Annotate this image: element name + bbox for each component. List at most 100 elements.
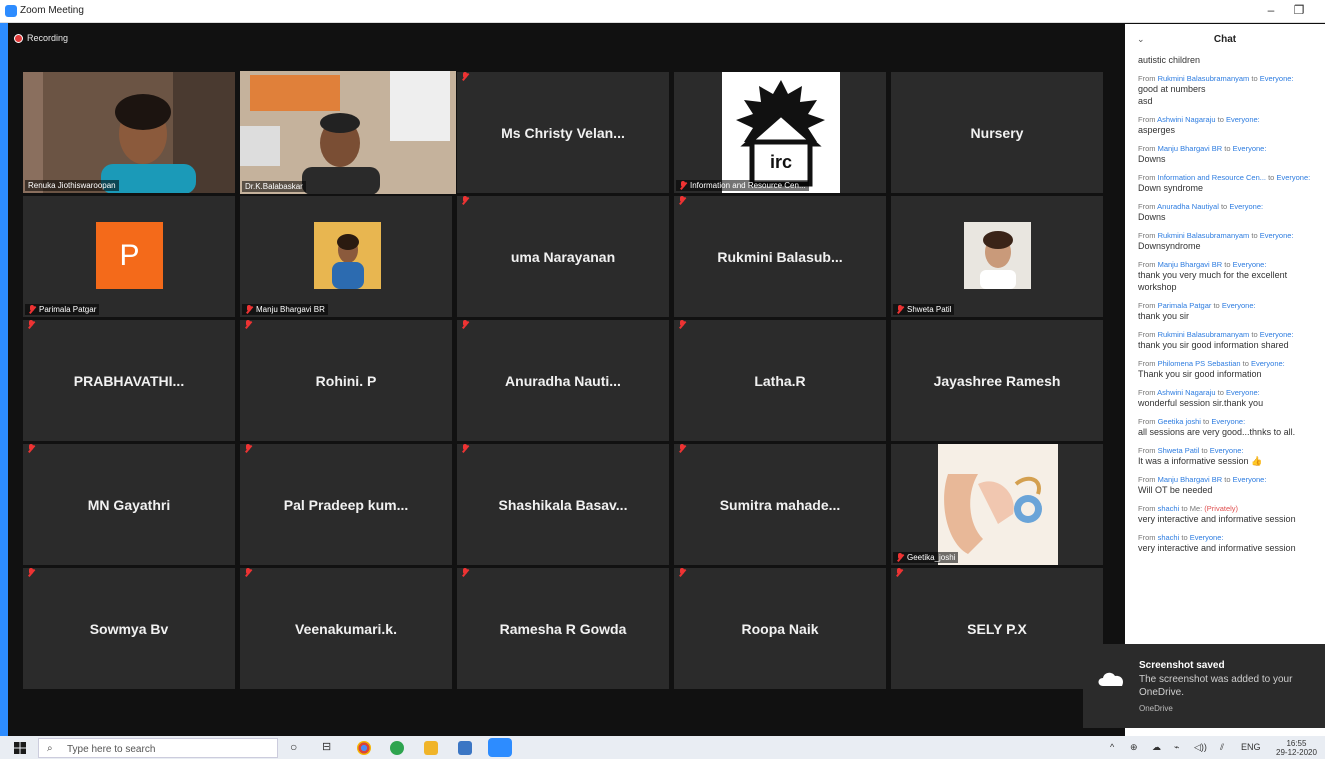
participant-tile[interactable]: Roopa Naik [674, 568, 886, 689]
sender-name: Manju Bhargavi BR [1157, 260, 1223, 269]
recipient-prefix: to [1211, 301, 1222, 310]
message-sender-line: From Geetika joshi to Everyone: [1138, 417, 1325, 426]
sender-name: Anuradha Nautiyal [1157, 202, 1219, 211]
participant-tile[interactable]: Ms Christy Velan... [457, 72, 669, 193]
message-text: very interactive and informative session [1138, 514, 1296, 524]
muted-mic-icon [461, 568, 469, 577]
windows-start-icon[interactable] [14, 742, 26, 754]
participant-name: Roopa Naik [741, 620, 819, 637]
participant-name: SELY P.X [967, 620, 1027, 637]
message-sender-line: From shachi to Everyone: [1138, 533, 1325, 542]
restore-button[interactable]: ❐ [1290, 3, 1308, 17]
participant-tile[interactable]: Sumitra mahade... [674, 444, 886, 565]
chat-header: ⌄ Chat [1125, 24, 1325, 52]
network-icon[interactable]: ⫽ [1220, 742, 1224, 753]
sender-prefix: From [1138, 202, 1158, 211]
security-tray-icon[interactable]: ⊕ [1130, 742, 1138, 753]
file-explorer-icon[interactable] [424, 741, 438, 755]
muted-mic-icon [678, 568, 686, 577]
sender-name: Parimala Patgar [1157, 301, 1212, 310]
participant-tile[interactable]: Jayashree Ramesh [891, 320, 1103, 441]
muted-mic-icon [27, 568, 35, 577]
chat-message-list[interactable]: autistic children From Rukmini Balasubra… [1138, 54, 1325, 562]
participant-tile[interactable]: SELY P.X [891, 568, 1103, 689]
participant-tile[interactable]: Pal Pradeep kum... [240, 444, 452, 565]
participant-tile[interactable]: Sowmya Bv [23, 568, 235, 689]
recipient-name: Everyone: [1232, 260, 1267, 269]
message-text: workshop [1138, 282, 1177, 292]
notification-title: Screenshot saved [1139, 660, 1225, 671]
participant-video [240, 71, 456, 194]
recipient-name: Everyone: [1276, 173, 1311, 182]
participant-tile[interactable]: Anuradha Nauti... [457, 320, 669, 441]
chat-message: From Geetika joshi to Everyone: all sessi… [1138, 417, 1325, 438]
sender-name: Rukmini Balasubramanyam [1157, 74, 1250, 83]
microphone-tray-icon[interactable]: ⌁ [1174, 742, 1179, 753]
muted-mic-icon [244, 444, 252, 453]
show-hidden-icons[interactable]: ^ [1110, 742, 1114, 752]
participant-tile[interactable]: P Parimala Patgar [23, 196, 235, 317]
participant-tile[interactable]: Veenakumari.k. [240, 568, 452, 689]
participant-tile[interactable]: Renuka Jiothiswaroopan [23, 72, 235, 193]
participant-tile[interactable]: irc Information and Resource Cen... [674, 72, 886, 193]
participant-tile[interactable]: Rohini. P [240, 320, 452, 441]
participant-tile[interactable]: Shweta Patil [891, 196, 1103, 317]
chat-message: From Ashwini Nagaraju to Everyone: wonder… [1138, 388, 1325, 409]
name-text: Dr.K.Balabaskar [245, 182, 303, 191]
screenshot-saved-notification[interactable]: Screenshot saved The screenshot was adde… [1083, 644, 1325, 728]
participant-tile[interactable]: uma Narayanan [457, 196, 669, 317]
input-language[interactable]: ENG [1241, 742, 1261, 752]
sender-prefix: From [1138, 504, 1158, 513]
participant-name: Rohini. P [315, 372, 377, 389]
minimize-button[interactable]: – [1262, 3, 1280, 17]
taskbar-clock[interactable]: 16:55 29-12-2020 [1276, 739, 1317, 757]
chat-message: From Manju Bhargavi BR to Everyone: Will … [1138, 475, 1325, 496]
message-sender-line: From Manju Bhargavi BR to Everyone: [1138, 144, 1325, 153]
recipient-name: Everyone: [1259, 74, 1294, 83]
chat-message: From Rukmini Balasubramanyam to Everyone… [1138, 231, 1325, 252]
onedrive-tray-icon[interactable]: ☁ [1152, 742, 1161, 753]
participant-name: Renuka Jiothiswaroopan [25, 180, 119, 191]
taskbar-search-box[interactable]: ⌕ Type here to search [38, 738, 278, 758]
multitasking-icon[interactable]: ⊟ [322, 740, 331, 753]
logo-text: irc [770, 152, 792, 172]
participant-tile-active-speaker[interactable]: Dr.K.Balabaskar [240, 71, 456, 194]
recipient-prefix: to [1249, 330, 1260, 339]
participant-tile[interactable]: Manju Bhargavi BR [240, 196, 452, 317]
search-icon: ⌕ [47, 743, 53, 754]
task-view-icon[interactable]: ○ [290, 740, 297, 754]
recipient-prefix: to [1240, 359, 1251, 368]
recording-indicator[interactable]: Recording [14, 33, 68, 43]
participant-tile[interactable]: Geetika_joshi [891, 444, 1103, 565]
message-sender-line: From Rukmini Balasubramanyam to Everyone… [1138, 330, 1325, 339]
name-text: Information and Resource Cen... [690, 181, 806, 190]
recipient-name: Everyone: [1259, 231, 1294, 240]
chrome-icon[interactable] [357, 741, 371, 755]
participant-tile[interactable]: Ramesha R Gowda [457, 568, 669, 689]
message-sender-line: From Information and Resource Cen... to … [1138, 173, 1325, 182]
volume-icon[interactable]: ◁)) [1194, 742, 1207, 753]
message-text: very interactive and informative session [1138, 543, 1296, 553]
window-title: Zoom Meeting [20, 5, 84, 16]
chat-message: autistic children [1138, 54, 1325, 66]
network-app-icon[interactable] [458, 741, 472, 755]
message-sender-line: From Manju Bhargavi BR to Everyone: [1138, 475, 1325, 484]
recipient-name: Everyone: [1225, 115, 1260, 124]
participant-name: Sumitra mahade... [719, 496, 841, 513]
participant-tile[interactable]: Rukmini Balasub... [674, 196, 886, 317]
message-sender-line: From shachi to Me: (Privately) [1138, 504, 1325, 513]
participant-tile[interactable]: MN Gayathri [23, 444, 235, 565]
message-sender-line: From Manju Bhargavi BR to Everyone: [1138, 260, 1325, 269]
participant-name: MN Gayathri [87, 496, 171, 513]
participant-tile[interactable]: PRABHAVATHI... [23, 320, 235, 441]
sender-prefix: From [1138, 330, 1158, 339]
participant-tile[interactable]: Nursery [891, 72, 1103, 193]
participant-name: Anuradha Nauti... [505, 372, 621, 389]
participant-tile[interactable]: Latha.R [674, 320, 886, 441]
muted-mic-icon [245, 305, 253, 314]
participant-name: Jayashree Ramesh [933, 372, 1061, 389]
chat-message: From Anuradha Nautiyal to Everyone: Downs [1138, 202, 1325, 223]
participant-tile[interactable]: Shashikala Basav... [457, 444, 669, 565]
zoom-taskbar-icon[interactable] [488, 738, 512, 757]
whatsapp-icon[interactable] [390, 741, 404, 755]
